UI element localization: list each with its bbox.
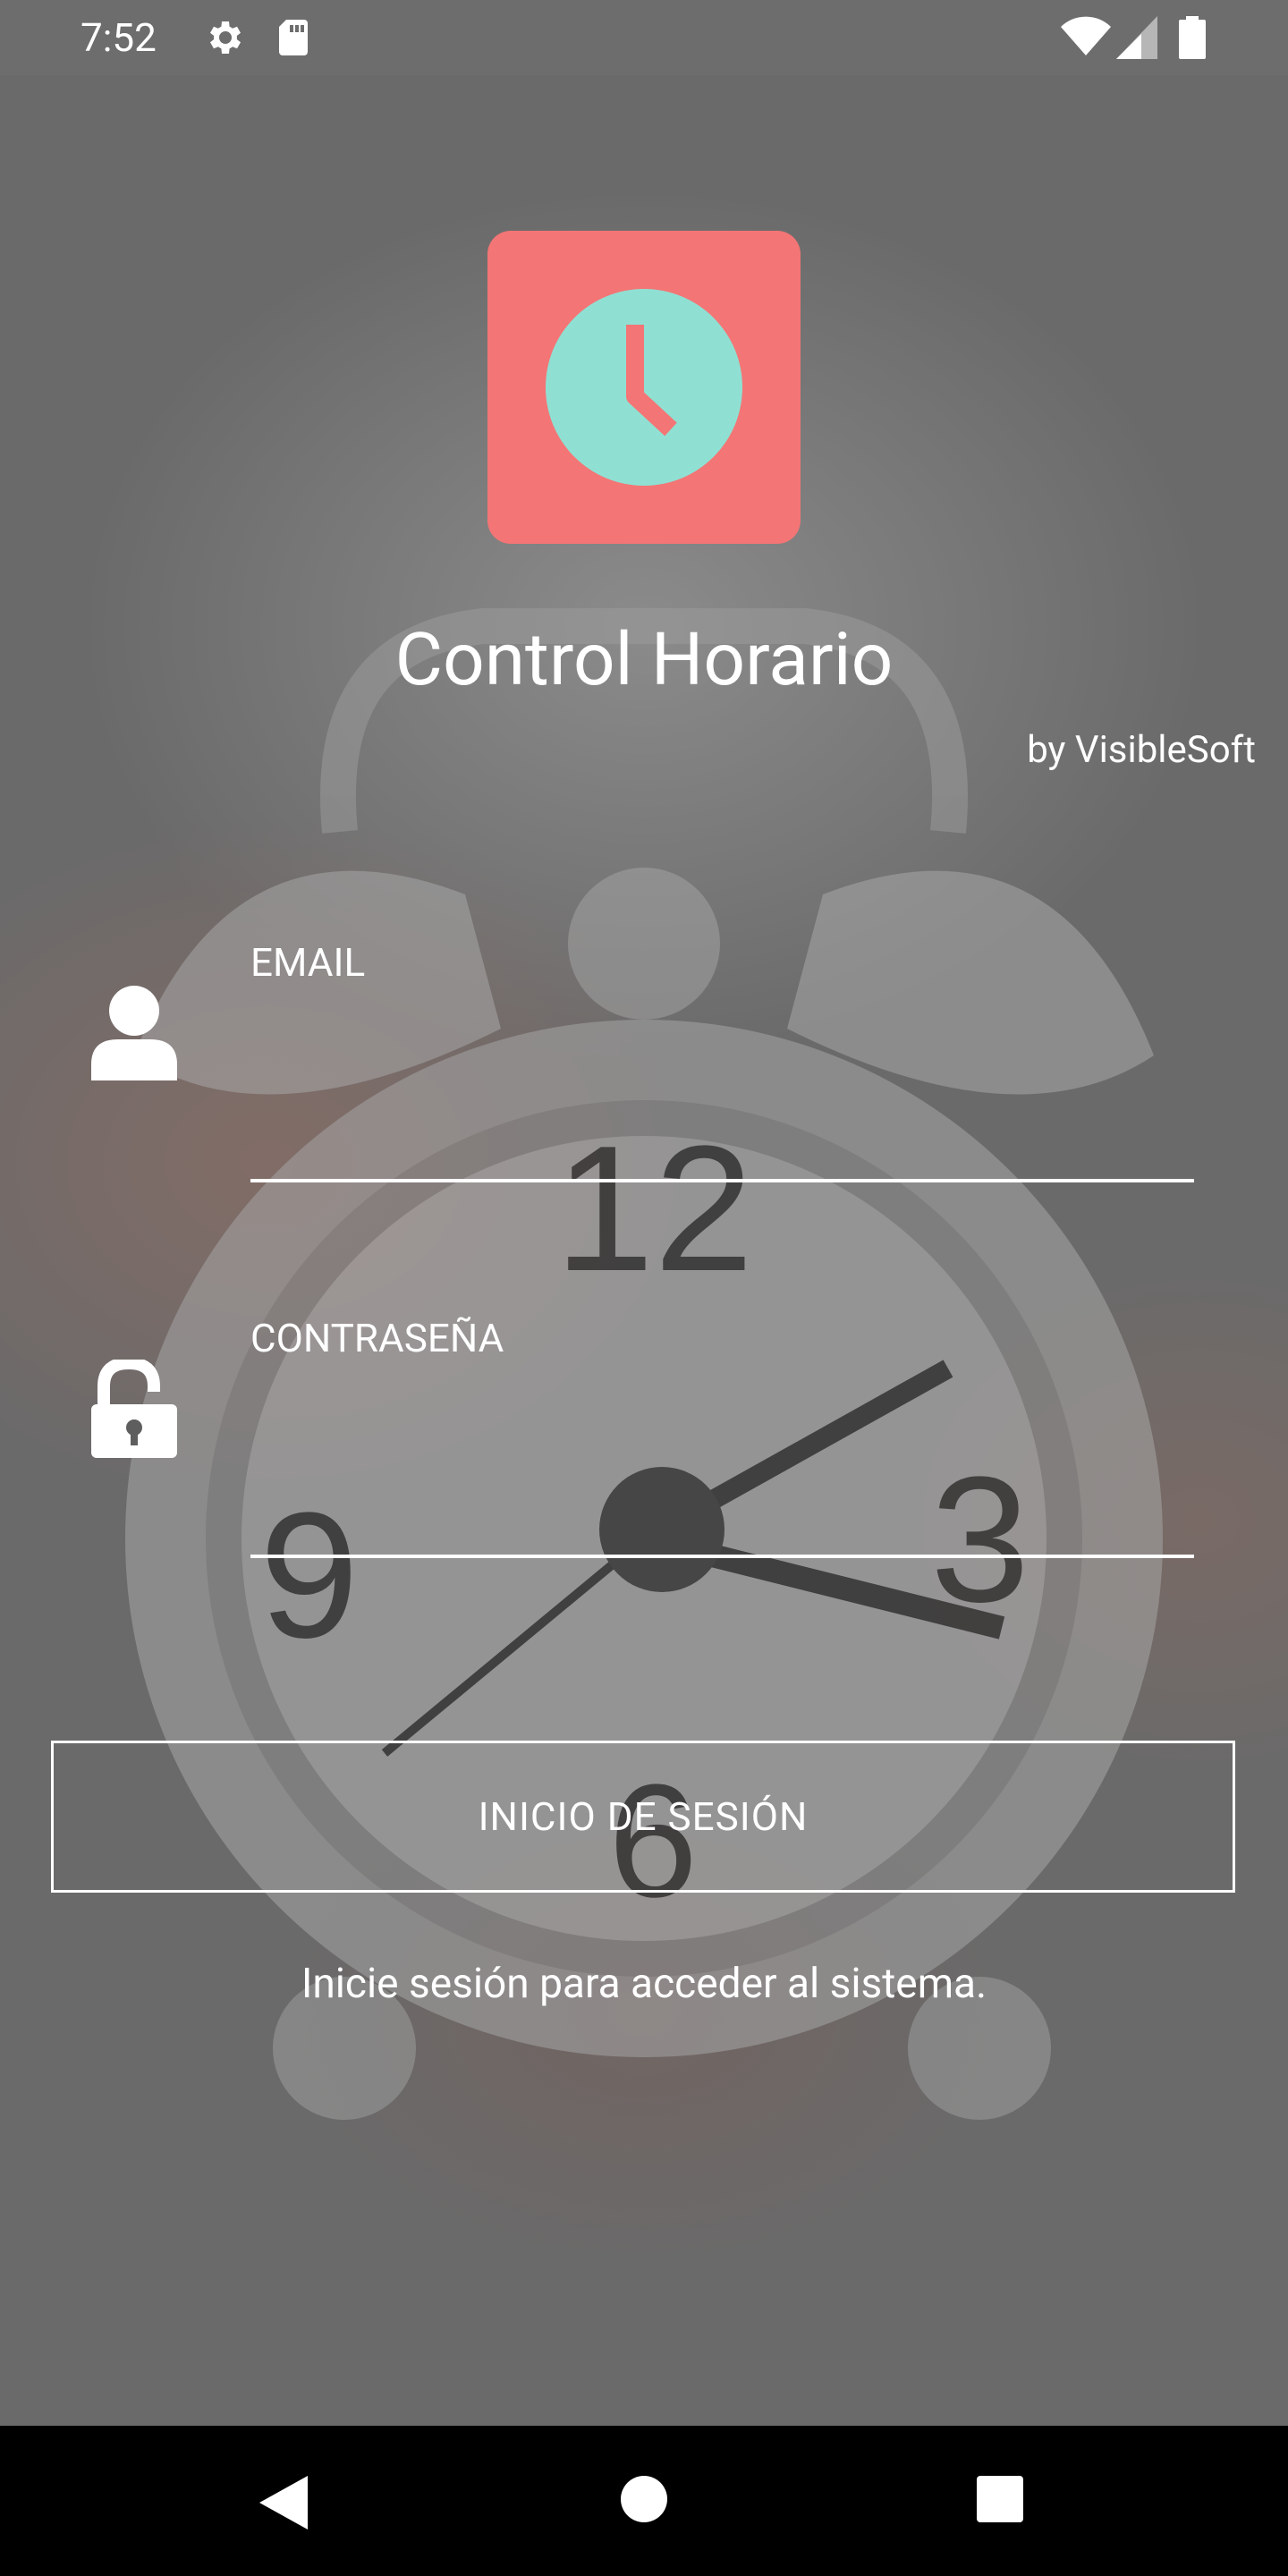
login-button[interactable]: INICIO DE SESIÓN (51, 1741, 1235, 1893)
app-byline: by VisibleSoft (1027, 728, 1256, 772)
password-label: CONTRASEÑA (250, 1315, 504, 1361)
wifi-icon (1061, 16, 1111, 56)
login-screen: 12 3 9 6 7:52 Control Horario by Visible… (0, 0, 1288, 2576)
person-icon (91, 986, 177, 1080)
battery-icon (1179, 16, 1206, 59)
cellular-signal-icon (1116, 16, 1157, 59)
settings-icon (210, 21, 241, 54)
navigation-bar (0, 2426, 1288, 2576)
recents-icon[interactable] (977, 2476, 1023, 2522)
login-info-text: Inicie sesión para acceder al sistema. (301, 1960, 987, 2008)
status-bar: 7:52 (0, 0, 1288, 75)
unlock-icon (91, 1360, 177, 1458)
email-label: EMAIL (250, 939, 366, 986)
app-title: Control Horario (394, 617, 894, 703)
app-logo (487, 231, 801, 544)
email-input[interactable] (250, 1116, 1194, 1182)
status-time: 7:52 (80, 14, 157, 61)
back-icon[interactable] (259, 2476, 309, 2529)
sd-card-icon (279, 20, 308, 55)
clock-icon (546, 289, 742, 486)
home-icon[interactable] (621, 2476, 667, 2522)
password-input[interactable] (250, 1492, 1194, 1558)
